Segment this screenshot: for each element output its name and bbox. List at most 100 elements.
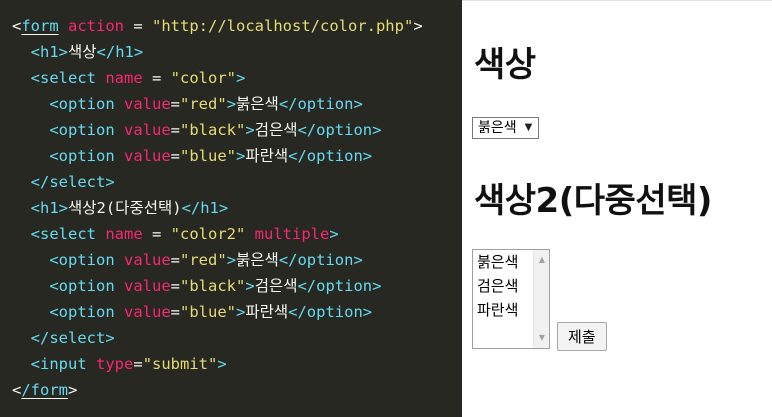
code-token-pun xyxy=(12,329,31,347)
code-token-tag: > xyxy=(217,355,227,373)
code-token-pun xyxy=(245,225,254,243)
code-token-tag: <option xyxy=(49,303,115,321)
code-token-tag: </option> xyxy=(288,303,373,321)
code-token-tag: <h1> xyxy=(30,199,68,217)
code-token-pun: = xyxy=(142,225,171,243)
code-token-pun: > xyxy=(413,17,423,35)
code-token-pun: = xyxy=(170,95,181,113)
code-token-pun: = xyxy=(170,277,181,295)
code-token-tag-u: /form xyxy=(21,381,69,399)
code-token-tag: <input xyxy=(30,355,87,373)
code-token-attr: action xyxy=(68,17,125,35)
code-token-pun: < xyxy=(12,17,22,35)
code-token-str: "red" xyxy=(180,95,227,113)
code-token-tag: > xyxy=(245,277,255,295)
code-token-txt: 검은색 xyxy=(254,277,298,295)
code-token-attr: value xyxy=(124,121,171,139)
code-line: <option value="blue">파란색</option> xyxy=(0,299,462,325)
code-line: <input type="submit"> xyxy=(0,351,462,377)
code-token-pun: = xyxy=(133,355,143,373)
color-select[interactable]: 붉은색 ▼ xyxy=(472,117,540,139)
code-token-tag: <option xyxy=(49,95,115,113)
dropdown-arrow-icon: ▼ xyxy=(524,122,533,133)
code-token-pun: = xyxy=(124,17,153,35)
code-token-str: "black" xyxy=(180,277,246,295)
code-token-pun xyxy=(115,147,124,165)
code-token-pun xyxy=(12,199,31,217)
code-token-pun xyxy=(12,277,49,295)
scroll-down-arrow-icon[interactable]: ▼ xyxy=(534,330,550,346)
code-token-txt: 색상 xyxy=(68,43,97,61)
code-token-str: "blue" xyxy=(180,303,237,321)
code-token-tag: <option xyxy=(49,147,115,165)
code-token-pun xyxy=(115,121,124,139)
color-select-value: 붉은색 xyxy=(478,120,517,136)
code-token-tag: </option> xyxy=(288,147,373,165)
code-token-tag: </option> xyxy=(297,121,382,139)
code-token-pun xyxy=(12,69,31,87)
code-token-str: "color" xyxy=(170,69,236,87)
code-token-pun: = xyxy=(142,69,171,87)
code-token-pun xyxy=(12,251,49,269)
code-line: <select name = "color2" multiple> xyxy=(0,221,462,247)
code-token-tag: > xyxy=(329,225,339,243)
code-token-tag: </h1> xyxy=(181,199,229,217)
code-token-tag: <option xyxy=(49,251,115,269)
code-token-txt: 검은색 xyxy=(254,121,298,139)
multiselect-scrollbar[interactable]: ▲ ▼ xyxy=(533,250,549,348)
code-line: <h1>색상2(다중선택)</h1> xyxy=(0,195,462,221)
code-token-attr: value xyxy=(124,251,171,269)
code-token-pun xyxy=(12,147,49,165)
code-line: </form> xyxy=(0,377,462,403)
code-token-tag: > xyxy=(236,147,246,165)
code-token-pun xyxy=(12,303,49,321)
code-token-pun xyxy=(12,95,49,113)
code-token-tag: <h1> xyxy=(30,43,68,61)
code-line: <option value="black">검은색</option> xyxy=(0,273,462,299)
code-token-tag: > xyxy=(236,69,246,87)
code-token-txt: 붉은색 xyxy=(236,95,279,113)
code-token-pun: = xyxy=(170,121,181,139)
code-token-tag-u: form xyxy=(21,17,59,35)
code-token-tag: > xyxy=(226,251,237,269)
code-token-pun xyxy=(96,69,105,87)
code-token-txt: 색상2(다중선택) xyxy=(68,199,182,217)
code-line: </select> xyxy=(0,169,462,195)
scroll-up-arrow-icon[interactable]: ▲ xyxy=(534,252,550,268)
code-token-pun: = xyxy=(170,147,181,165)
code-token-pun xyxy=(59,17,68,35)
code-token-pun xyxy=(115,303,124,321)
code-token-tag: <option xyxy=(49,277,115,295)
code-token-pun xyxy=(87,355,96,373)
code-token-pun: > xyxy=(68,381,78,399)
code-token-pun xyxy=(12,225,31,243)
code-token-attr: value xyxy=(124,277,171,295)
code-token-str: "blue" xyxy=(180,147,237,165)
code-token-txt: 붉은색 xyxy=(236,251,279,269)
code-token-attr: value xyxy=(124,95,171,113)
code-token-pun xyxy=(12,43,31,61)
code-token-tag: </h1> xyxy=(96,43,144,61)
code-token-attr: name xyxy=(105,69,143,87)
code-line: <h1>색상</h1> xyxy=(0,39,462,65)
code-token-tag: </option> xyxy=(297,277,382,295)
code-token-str: "http://localhost/color.php" xyxy=(152,17,414,35)
code-token-tag: </option> xyxy=(278,95,363,113)
code-token-pun: = xyxy=(170,303,181,321)
color2-multiselect[interactable]: 붉은색 검은색 파란색 ▲ ▼ xyxy=(472,249,550,349)
code-line: <select name = "color"> xyxy=(0,65,462,91)
code-line: </select> xyxy=(0,325,462,351)
code-token-tag: > xyxy=(236,303,246,321)
code-token-attr: type xyxy=(96,355,134,373)
code-line: <form action = "http://localhost/color.p… xyxy=(0,13,462,39)
submit-button[interactable]: 제출 xyxy=(557,322,607,351)
code-editor: <form action = "http://localhost/color.p… xyxy=(0,0,462,417)
browser-preview: 색상 붉은색 ▼ 색상2(다중선택) 붉은색 검은색 파란색 ▲ ▼ 제출 xyxy=(462,0,772,417)
code-token-tag: <select xyxy=(30,225,96,243)
code-token-tag: <option xyxy=(49,121,115,139)
code-token-pun: = xyxy=(170,251,181,269)
code-token-tag: </option> xyxy=(278,251,363,269)
code-token-pun xyxy=(115,251,124,269)
code-token-attr: value xyxy=(124,147,171,165)
code-token-tag: </select> xyxy=(30,329,115,347)
